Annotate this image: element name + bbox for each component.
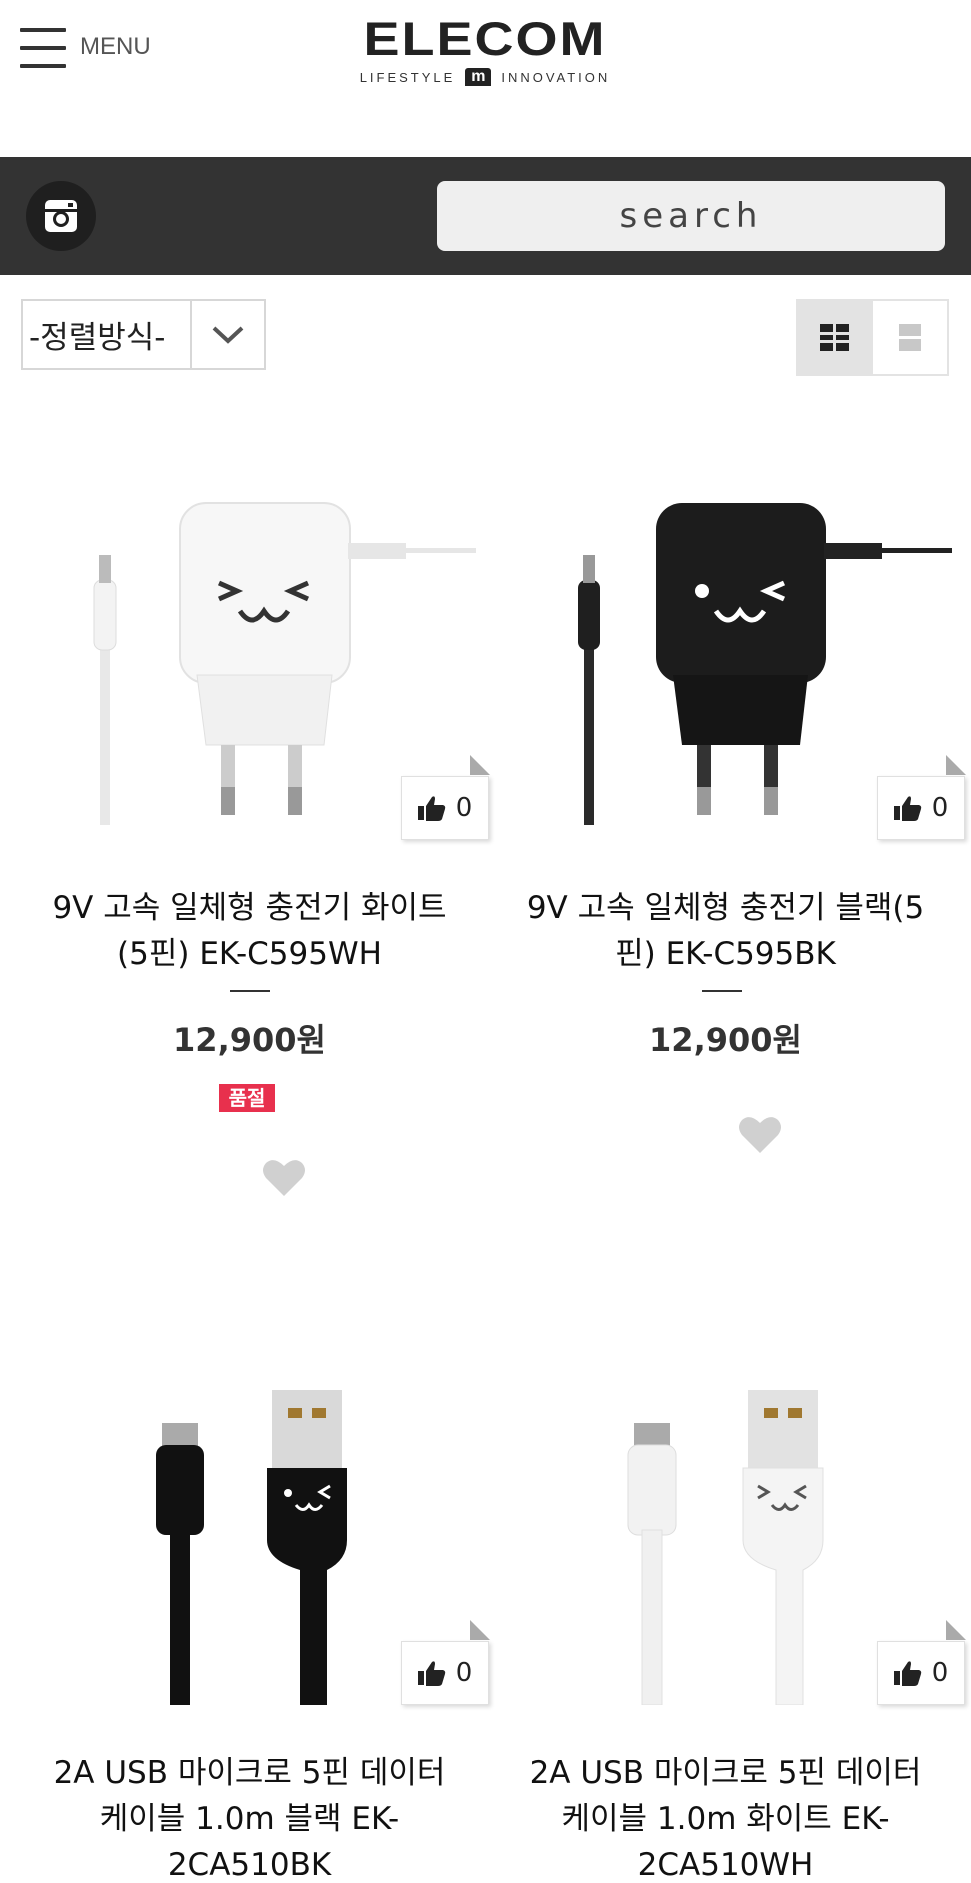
product-card[interactable]: 0 2A USB 마이크로 5핀 데이터 케이블 1.0m 블랙 EK- 2CA… — [12, 1340, 490, 1883]
like-count: 0 — [455, 793, 473, 823]
divider — [230, 990, 270, 992]
sort-dropdown[interactable]: -정렬방식- — [21, 299, 266, 370]
like-button[interactable]: 0 — [401, 755, 490, 840]
search-input[interactable] — [437, 181, 945, 251]
product-price: 12,900원 — [173, 1021, 326, 1059]
thumbs-up-icon — [893, 1661, 921, 1686]
logo-tagline-right: INNOVATION — [501, 69, 611, 85]
product-name-line: 2A USB 마이크로 5핀 데이터 — [53, 1755, 446, 1791]
view-toggle — [796, 299, 949, 376]
product-name-line: (5핀) EK-C595WH — [117, 936, 382, 972]
product-name[interactable]: 2A USB 마이크로 5핀 데이터 케이블 1.0m 화이트 EK- 2CA5… — [488, 1750, 963, 1883]
product-name-line: 2A USB 마이크로 5핀 데이터 — [529, 1755, 922, 1791]
product-name-line: 케이블 1.0m 블랙 EK- — [99, 1801, 400, 1837]
product-name-line: 2CA510WH — [637, 1847, 814, 1883]
product-card[interactable]: 0 2A USB 마이크로 5핀 데이터 케이블 1.0m 화이트 EK- 2C… — [488, 1340, 966, 1883]
instagram-button[interactable] — [26, 181, 96, 251]
grid-view-button[interactable] — [798, 301, 873, 374]
thumbs-up-icon — [417, 796, 445, 821]
thumbs-up-icon — [893, 796, 921, 821]
menu-button[interactable]: MENU — [20, 24, 151, 70]
like-count: 0 — [455, 1658, 473, 1688]
product-name-line: 2CA510BK — [167, 1847, 332, 1883]
list-view-button[interactable] — [873, 301, 948, 374]
product-card[interactable]: 0 9V 고속 일체형 충전기 블랙(5 핀) EK-C595BK 12,900… — [488, 475, 966, 1195]
soldout-badge: 품절 — [219, 1084, 275, 1112]
menu-label: MENU — [80, 33, 151, 60]
product-name-line: 9V 고속 일체형 충전기 블랙(5 — [526, 890, 925, 926]
like-button[interactable]: 0 — [877, 1620, 966, 1705]
top-bar — [0, 157, 971, 275]
logo-m-icon: m — [465, 68, 492, 86]
logo-wordmark: ELECOM — [363, 12, 607, 66]
product-name[interactable]: 9V 고속 일체형 충전기 블랙(5 핀) EK-C595BK — [488, 885, 963, 977]
product-card[interactable]: 0 9V 고속 일체형 충전기 화이트 (5핀) EK-C595WH 12,90… — [12, 475, 490, 1198]
heart-icon[interactable] — [262, 1158, 306, 1198]
instagram-icon — [45, 200, 77, 232]
chevron-down-icon — [192, 301, 264, 368]
like-button[interactable]: 0 — [877, 755, 966, 840]
heart-icon[interactable] — [738, 1115, 782, 1155]
divider — [702, 990, 742, 992]
grid-view-icon — [820, 323, 850, 351]
product-name[interactable]: 2A USB 마이크로 5핀 데이터 케이블 1.0m 블랙 EK- 2CA51… — [12, 1750, 487, 1883]
like-count: 0 — [931, 793, 949, 823]
site-header: MENU ELECOM LIFESTYLE m INNOVATION — [0, 0, 971, 157]
sort-label: -정렬방식- — [23, 301, 192, 368]
thumbs-up-icon — [417, 1661, 445, 1686]
elecom-logo[interactable]: ELECOM LIFESTYLE m INNOVATION — [345, 10, 625, 90]
product-name[interactable]: 9V 고속 일체형 충전기 화이트 (5핀) EK-C595WH — [12, 885, 487, 977]
hamburger-icon — [20, 24, 66, 70]
like-count: 0 — [931, 1658, 949, 1688]
product-name-line: 9V 고속 일체형 충전기 화이트 — [52, 890, 447, 926]
logo-tagline: LIFESTYLE m INNOVATION — [345, 68, 625, 86]
product-name-line: 핀) EK-C595BK — [615, 936, 836, 972]
like-button[interactable]: 0 — [401, 1620, 490, 1705]
list-view-icon — [898, 323, 921, 351]
product-price: 12,900원 — [649, 1021, 802, 1059]
logo-tagline-left: LIFESTYLE — [359, 69, 456, 85]
product-name-line: 케이블 1.0m 화이트 EK- — [561, 1801, 890, 1837]
